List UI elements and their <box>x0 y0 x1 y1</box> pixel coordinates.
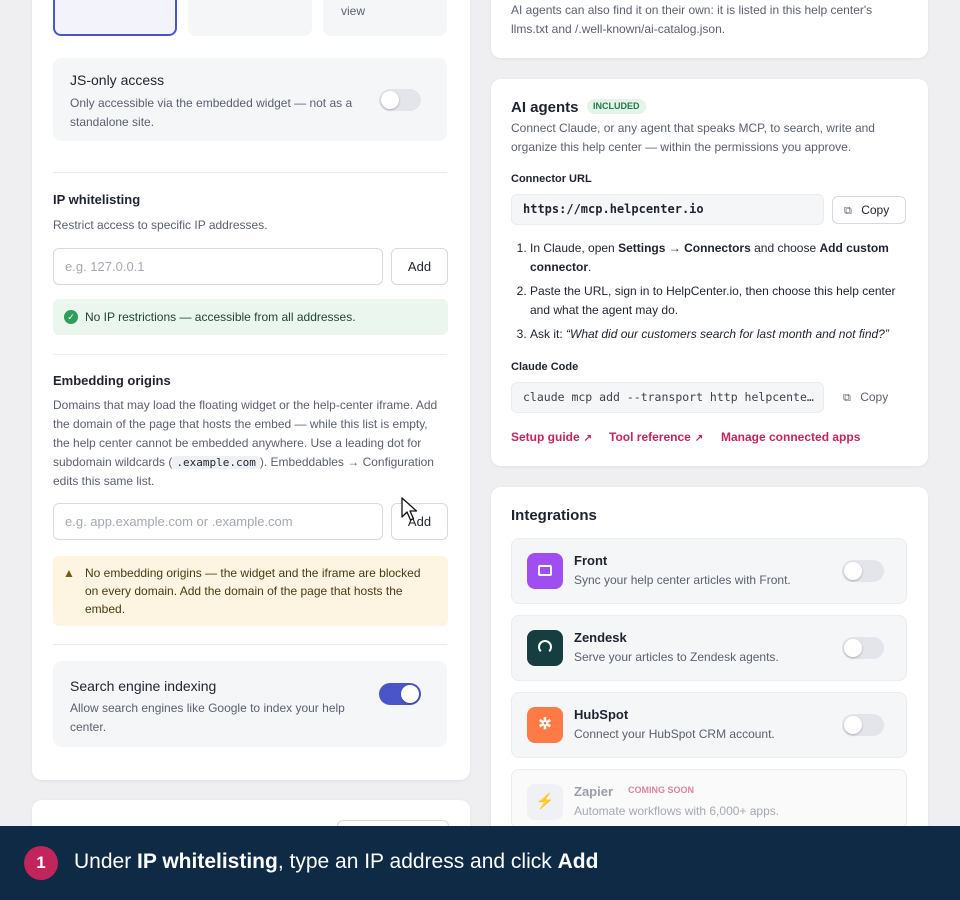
ip-address-input[interactable]: e.g. 127.0.0.1 <box>53 248 383 285</box>
tool-reference-link[interactable]: Tool reference ↗ <box>609 430 703 444</box>
seo-panel: Search engine indexing Allow search engi… <box>53 661 447 747</box>
copy-command-label: Copy <box>860 390 889 404</box>
integration-name: HubSpot <box>574 707 629 722</box>
ai-discovery-text: AI agents can also find it on their own:… <box>511 3 873 36</box>
inbox-icon <box>527 553 563 589</box>
js-only-desc: Only accessible via the embedded widget … <box>70 96 353 129</box>
divider <box>53 644 447 645</box>
external-link-icon: ↗ <box>694 433 704 444</box>
ip-status-text: No IP restrictions — accessible from all… <box>85 310 356 324</box>
copy-command-button[interactable]: ⧉ Copy <box>832 384 906 412</box>
integration-name: Front <box>574 553 608 568</box>
embedding-origin-input[interactable]: e.g. app.example.com or .example.com <box>53 503 383 540</box>
integration-zendesk: Zendesk Serve your articles to Zendesk a… <box>511 615 907 681</box>
js-only-title: JS-only access <box>70 72 165 88</box>
copy-icon: ⧉ <box>843 392 851 404</box>
ai-agents-card: AI agents INCLUDED Connect Claude, or an… <box>491 79 928 466</box>
seo-desc: Allow search engines like Google to inde… <box>70 701 345 734</box>
headset-icon <box>527 630 563 666</box>
instruction-text: Under IP whitelisting, type an IP addres… <box>74 850 599 873</box>
mouse-cursor <box>401 497 418 521</box>
view-option-label: view <box>341 4 366 18</box>
embedding-warning-banner: ▲ No embedding origins — the widget and … <box>53 556 448 626</box>
view-option-2[interactable] <box>188 0 312 36</box>
hubspot-toggle[interactable] <box>842 714 884 736</box>
ip-whitelisting-title: IP whitelisting <box>53 192 141 207</box>
ip-status-banner: ✓ No IP restrictions — accessible from a… <box>53 299 448 335</box>
step-number-badge: 1 <box>24 846 58 880</box>
integration-zapier: ⚡ Zapier COMING SOON Automate workflows … <box>511 769 907 829</box>
ai-agents-desc: Connect Claude, or any agent that speaks… <box>511 121 875 154</box>
front-toggle[interactable] <box>842 560 884 582</box>
ip-whitelisting-desc: Restrict access to specific IP addresses… <box>53 218 268 232</box>
included-badge: INCLUDED <box>587 99 646 114</box>
ip-add-button[interactable]: Add <box>391 248 448 285</box>
js-only-toggle[interactable] <box>379 89 421 111</box>
wildcard-code: .example.com <box>172 456 260 469</box>
integration-desc: Automate workflows with 6,000+ apps. <box>574 804 780 818</box>
divider <box>53 354 447 355</box>
integration-front: Front Sync your help center articles wit… <box>511 538 907 604</box>
embedding-warning-text: No embedding origins — the widget and th… <box>85 566 421 616</box>
claude-code-command[interactable]: claude mcp add --transport http helpcent… <box>511 382 824 413</box>
view-option-selected[interactable] <box>53 0 177 36</box>
access-settings-card: view JS-only access Only accessible via … <box>32 0 470 780</box>
ai-discovery-card: AI agents can also find it on their own:… <box>491 0 928 58</box>
copy-url-label: Copy <box>861 203 890 217</box>
integrations-title: Integrations <box>511 507 597 524</box>
js-only-panel: JS-only access Only accessible via the e… <box>53 58 447 141</box>
copy-icon: ⧉ <box>844 205 852 217</box>
setup-step-3: Ask it: “What did our customers search f… <box>530 325 911 344</box>
check-circle-icon: ✓ <box>64 310 78 324</box>
connector-url-label: Connector URL <box>511 173 592 185</box>
zendesk-toggle[interactable] <box>842 637 884 659</box>
setup-guide-link[interactable]: Setup guide ↗ <box>511 430 592 444</box>
seo-toggle[interactable] <box>379 683 421 705</box>
view-option-3[interactable]: view <box>323 0 447 36</box>
setup-step-1: In Claude, open Settings → Connectors an… <box>530 239 911 277</box>
claude-code-label: Claude Code <box>511 361 579 373</box>
embedding-origins-desc: Domains that may load the floating widge… <box>53 398 438 488</box>
ai-agents-title: AI agents <box>511 99 579 116</box>
copy-url-button[interactable]: ⧉ Copy <box>832 196 906 224</box>
integration-hubspot: ✲ HubSpot Connect your HubSpot CRM accou… <box>511 692 907 758</box>
embedding-origins-title: Embedding origins <box>53 373 171 388</box>
integration-name: Zendesk <box>574 630 627 645</box>
integration-desc: Sync your help center articles with Fron… <box>574 573 791 587</box>
connector-url-field[interactable]: https://mcp.helpcenter.io <box>511 194 824 225</box>
setup-steps: In Claude, open Settings → Connectors an… <box>511 239 911 344</box>
instruction-footer: 1 Under IP whitelisting, type an IP addr… <box>0 826 960 900</box>
bolt-icon: ⚡ <box>527 784 563 820</box>
seo-title: Search engine indexing <box>70 678 217 694</box>
manage-connected-apps-link[interactable]: Manage connected apps <box>721 430 860 444</box>
setup-step-2: Paste the URL, sign in to HelpCenter.io,… <box>530 282 911 320</box>
warning-icon: ▲ <box>63 566 75 580</box>
integration-desc: Connect your HubSpot CRM account. <box>574 727 775 741</box>
external-link-icon: ↗ <box>583 433 593 444</box>
coming-soon-badge: COMING SOON <box>628 785 695 795</box>
integrations-card: Integrations Front Sync your help center… <box>491 487 928 847</box>
hubspot-icon: ✲ <box>527 707 563 743</box>
integration-desc: Serve your articles to Zendesk agents. <box>574 650 779 664</box>
integration-name: Zapier <box>574 784 614 799</box>
divider <box>53 172 447 173</box>
